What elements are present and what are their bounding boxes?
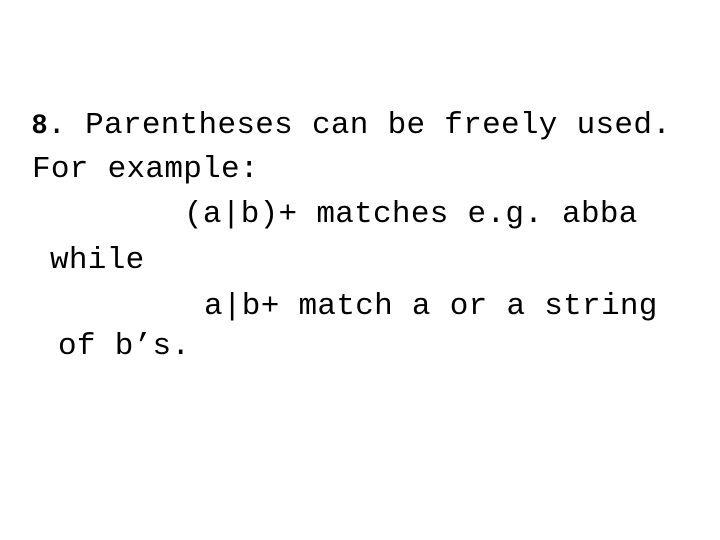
rule-heading: 8. Parentheses can be freely used. <box>32 104 671 146</box>
rule-heading-text: . Parentheses can be freely used. <box>47 108 672 143</box>
item-number: 8 <box>32 109 48 139</box>
contrast-word: while <box>50 243 145 278</box>
example-grouped-regex: (a|b)+ matches e.g. abba <box>184 197 638 232</box>
example-ungrouped-regex-continued: of b’s. <box>58 329 191 364</box>
example-intro: For example: <box>32 152 259 187</box>
example-ungrouped-regex: a|b+ match a or a string <box>204 289 658 324</box>
